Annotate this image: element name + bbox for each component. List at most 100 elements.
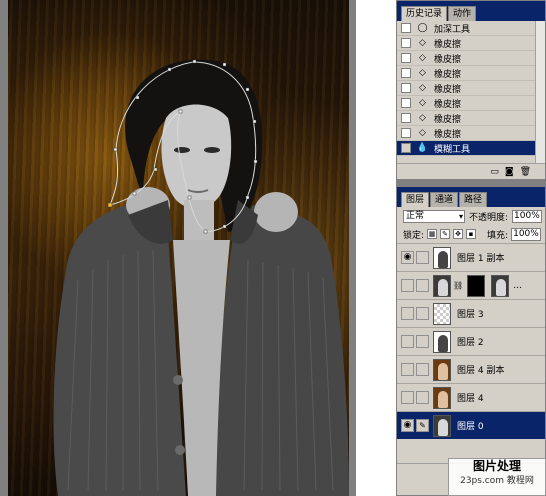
link-brush-icon[interactable] [416, 279, 429, 292]
layer-row[interactable]: ◉ 图层 1 副本 [397, 243, 545, 271]
new-snapshot-icon[interactable]: ▭ [490, 167, 499, 177]
eye-icon[interactable]: ◉ [401, 251, 414, 264]
history-item[interactable]: ◇ 橡皮擦 [397, 66, 545, 81]
layer-mask-thumbnail[interactable] [467, 274, 486, 297]
history-item-label: 橡皮擦 [434, 99, 462, 110]
lock-move-icon[interactable]: ✥ [453, 229, 464, 239]
layer-name: 图层 4 [457, 394, 484, 404]
watermark: 图片处理 23ps.com 教程网 [448, 458, 546, 496]
history-item[interactable]: ◇ 橡皮擦 [397, 111, 545, 126]
opacity-input[interactable]: 100% [512, 209, 543, 223]
eye-icon[interactable] [401, 363, 414, 376]
photo-woman-in-cardigan [8, 0, 349, 496]
layer-row[interactable]: 图层 4 [397, 383, 545, 411]
layer-thumbnail[interactable] [433, 302, 451, 325]
history-item[interactable]: ◇ 橡皮擦 [397, 96, 545, 111]
lock-transparency-icon[interactable]: ▦ [427, 229, 438, 239]
history-source-checkbox[interactable] [401, 68, 411, 78]
history-item[interactable]: ◇ 橡皮擦 [397, 51, 545, 66]
eraser-icon: ◇ [419, 127, 426, 138]
layer-name: 图层 0 [457, 422, 484, 432]
history-item-label: 橡皮擦 [434, 114, 462, 125]
layer-mask-thumbnail[interactable] [491, 274, 510, 297]
history-item-label: 橡皮擦 [434, 54, 462, 65]
watermark-site: 23ps.com 教程网 [460, 476, 534, 486]
history-scrollbar[interactable] [535, 21, 545, 163]
blend-mode-select[interactable]: 正常 [403, 209, 465, 223]
link-brush-icon[interactable] [416, 251, 429, 264]
link-brush-icon[interactable] [416, 335, 429, 348]
history-source-checkbox[interactable] [401, 98, 411, 108]
history-item[interactable]: ◇ 橡皮擦 [397, 36, 545, 51]
eraser-icon: ◇ [419, 52, 426, 63]
layers-panel: 图层 通道 路径 正常 不透明度: 100% 锁定: ▦ ✎ ✥ ▪ 填充: 1… [396, 186, 546, 496]
eye-icon[interactable] [401, 279, 414, 292]
history-source-checkbox[interactable] [401, 128, 411, 138]
history-item[interactable]: ◇ 橡皮擦 [397, 81, 545, 96]
lock-all-icon[interactable]: ▪ [466, 229, 477, 239]
tab-layers[interactable]: 图层 [401, 192, 430, 207]
layer-row[interactable]: ⛓… [397, 271, 545, 299]
history-source-checkbox[interactable] [401, 113, 411, 123]
layer-thumbnail[interactable] [433, 246, 451, 269]
history-source-checkbox[interactable] [401, 83, 411, 93]
tab-paths[interactable]: 路径 [459, 192, 488, 207]
history-item[interactable]: ◯ 加深工具 [397, 21, 545, 36]
history-item-label: 加深工具 [434, 24, 471, 35]
watermark-title: 图片处理 [472, 459, 521, 473]
tab-actions[interactable]: 动作 [448, 6, 477, 21]
layer-row[interactable]: ◉ ✎ 图层 0 [397, 411, 545, 439]
eye-icon[interactable]: ◉ [401, 419, 414, 432]
eraser-icon: ◇ [419, 37, 426, 48]
layer-name: 图层 4 副本 [457, 366, 505, 376]
eraser-icon: ◇ [419, 97, 426, 108]
layer-list: ◉ 图层 1 副本 ⛓… 图层 3 图层 2 图层 4 副本 图层 4 ◉ ✎ 图层 0 [397, 243, 545, 439]
history-source-checkbox[interactable] [401, 23, 411, 33]
burn-tool-icon: ◯ [417, 22, 428, 33]
eraser-icon: ◇ [419, 82, 426, 93]
link-brush-icon[interactable] [416, 363, 429, 376]
history-item-label: 橡皮擦 [434, 39, 462, 50]
history-item-label: 橡皮擦 [434, 84, 462, 95]
history-tabs: 历史记录 动作 [397, 1, 545, 21]
eraser-icon: ◇ [419, 112, 426, 123]
eraser-icon: ◇ [419, 67, 426, 78]
tab-history[interactable]: 历史记录 [401, 6, 448, 21]
document-canvas[interactable] [0, 0, 356, 496]
link-brush-icon[interactable] [416, 391, 429, 404]
layer-thumbnail[interactable] [433, 414, 451, 437]
history-source-checkbox[interactable] [401, 143, 411, 153]
layer-name: 图层 2 [457, 338, 484, 348]
layer-thumbnail[interactable] [433, 386, 451, 409]
history-source-checkbox[interactable] [401, 38, 411, 48]
layer-thumbnail[interactable] [433, 358, 451, 381]
eye-icon[interactable] [401, 391, 414, 404]
fill-input[interactable]: 100% [511, 227, 542, 241]
fill-label: 填充: [487, 230, 509, 241]
history-footer: ▭ ◙ 🗑 [397, 163, 545, 179]
opacity-label: 不透明度: [469, 212, 509, 223]
history-item[interactable]: 💧 模糊工具 [397, 141, 545, 156]
lock-label: 锁定: [403, 230, 425, 241]
link-brush-icon[interactable]: ✎ [416, 419, 429, 432]
chain-link-icon[interactable]: ⛓ [453, 281, 463, 290]
history-item[interactable]: ◇ 橡皮擦 [397, 126, 545, 141]
more-icon: … [513, 280, 523, 291]
lock-paint-icon[interactable]: ✎ [440, 229, 451, 239]
link-brush-icon[interactable] [416, 307, 429, 320]
history-item-label: 模糊工具 [434, 144, 471, 155]
layer-row[interactable]: 图层 3 [397, 299, 545, 327]
tab-channels[interactable]: 通道 [430, 192, 459, 207]
new-document-icon[interactable]: ◙ [505, 167, 514, 177]
trash-icon[interactable]: 🗑 [520, 167, 531, 177]
history-item-label: 橡皮擦 [434, 129, 462, 140]
layer-row[interactable]: 图层 2 [397, 327, 545, 355]
canvas-margin [356, 0, 396, 496]
layer-row[interactable]: 图层 4 副本 [397, 355, 545, 383]
history-source-checkbox[interactable] [401, 53, 411, 63]
layer-thumbnail[interactable] [433, 274, 451, 297]
layer-name: 图层 1 副本 [457, 254, 505, 264]
layer-thumbnail[interactable] [433, 330, 451, 353]
eye-icon[interactable] [401, 335, 414, 348]
eye-icon[interactable] [401, 307, 414, 320]
